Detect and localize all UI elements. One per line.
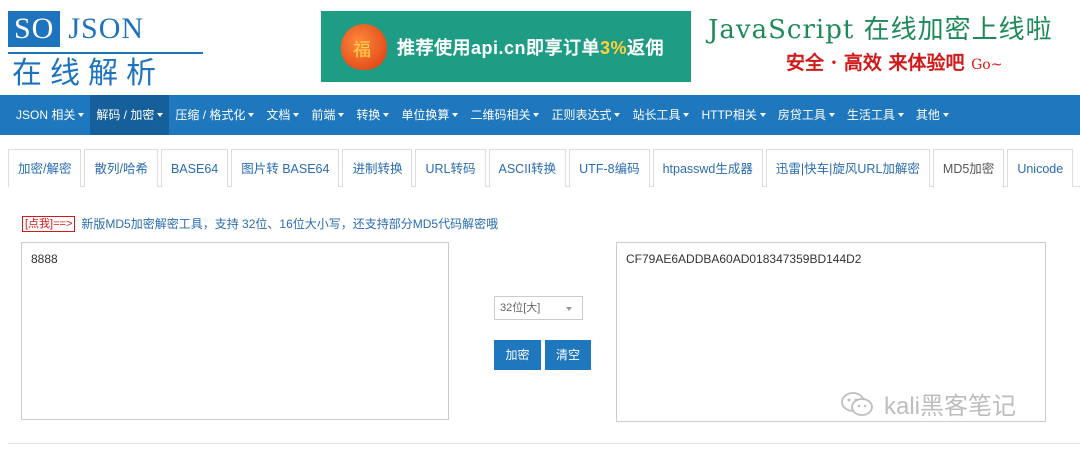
watermark-text: kali黑客笔记: [884, 393, 1017, 420]
caret-down-icon: [338, 113, 345, 117]
promo-go-text: Go~: [971, 57, 1003, 73]
logo-so-text: SO: [8, 11, 61, 47]
length-select[interactable]: 32位[大]: [494, 296, 583, 320]
chevron-down-icon: [566, 307, 572, 311]
caret-down-icon: [897, 113, 904, 117]
tab[interactable]: 图片转 BASE64: [231, 149, 340, 187]
promo-line2: 安全 · 高效 来体验吧 Go~: [708, 48, 1078, 80]
nav-item-label: HTTP相关: [701, 108, 757, 122]
caret-down-icon: [759, 113, 766, 117]
nav-item[interactable]: 解码 / 加密: [90, 95, 170, 135]
nav-item-label: 房贷工具: [777, 108, 826, 122]
caret-down-icon: [248, 113, 255, 117]
tab[interactable]: UTF-8编码: [569, 149, 650, 187]
banner-text-prefix: 推荐使用api.cn即享订单: [397, 37, 601, 58]
wechat-icon: [841, 391, 873, 416]
tab[interactable]: 进制转换: [342, 149, 413, 187]
nav-item[interactable]: JSON 相关: [10, 95, 90, 135]
caret-down-icon: [683, 113, 690, 117]
nav-item[interactable]: 文档: [260, 95, 305, 135]
caret-down-icon: [452, 113, 459, 117]
tab[interactable]: 迅雷|快车|旋风URL加解密: [765, 149, 930, 187]
nav-item-label: 单位换算: [401, 108, 450, 122]
tab[interactable]: URL转码: [415, 149, 486, 187]
caret-down-icon: [614, 113, 621, 117]
caret-down-icon: [942, 113, 949, 117]
nav-item-label: 压缩 / 格式化: [175, 108, 246, 122]
banner-text-suffix: 返佣: [627, 37, 665, 58]
info-text: 新版MD5加密解密工具，支持 32位、16位大小写，还支持部分MD5代码解密哦: [81, 217, 499, 231]
tab[interactable]: Unicode: [1007, 149, 1074, 187]
banner-text-highlight: 3%: [600, 37, 628, 58]
length-select-value: 32位[大]: [500, 302, 541, 314]
info-tag-link[interactable]: [点我]==>: [22, 215, 76, 232]
tab[interactable]: 散列/哈希: [84, 149, 158, 187]
main-nav: JSON 相关 解码 / 加密 压缩 / 格式化 文档 前端 转换 单位换算 二维码相关 正则表…: [0, 95, 1080, 135]
nav-item[interactable]: 单位换算: [395, 95, 464, 135]
logo-json-text: JSON: [68, 12, 145, 45]
site-header: SO JSON 在线解析 推荐使用api.cn即享订单3%返佣 JavaScri…: [0, 0, 1080, 95]
site-logo[interactable]: SO JSON 在线解析: [8, 10, 208, 91]
nav-item[interactable]: 二维码相关: [464, 95, 545, 135]
nav-item[interactable]: 压缩 / 格式化: [169, 95, 260, 135]
nav-item[interactable]: 正则表达式: [545, 95, 626, 135]
nav-item[interactable]: 前端: [305, 95, 350, 135]
nav-item-label: 生活工具: [846, 108, 895, 122]
caret-down-icon: [383, 113, 390, 117]
caret-down-icon: [78, 113, 85, 117]
nav-item-label: 转换: [356, 108, 381, 122]
ad-banner[interactable]: 推荐使用api.cn即享订单3%返佣: [321, 11, 691, 82]
logo-divider: [8, 52, 203, 54]
tab[interactable]: ASCII转换: [488, 149, 567, 187]
banner-text: 推荐使用api.cn即享订单3%返佣: [397, 34, 664, 60]
nav-item[interactable]: 其他: [910, 95, 955, 135]
nav-item-label: JSON 相关: [16, 108, 76, 122]
nav-item-label: 其他: [915, 108, 940, 122]
tab[interactable]: BASE64: [160, 149, 229, 187]
nav-item[interactable]: HTTP相关: [695, 95, 771, 135]
nav-item[interactable]: 生活工具: [841, 95, 910, 135]
caret-down-icon: [157, 113, 164, 117]
clear-button[interactable]: 清空: [545, 340, 591, 370]
input-textarea[interactable]: 8888: [21, 242, 449, 420]
nav-item-label: 文档: [266, 108, 291, 122]
caret-down-icon: [533, 113, 540, 117]
bottom-divider: [8, 443, 1080, 444]
promo-line1: JavaScript 在线加密上线啦: [708, 15, 1053, 45]
promo-slogan[interactable]: JavaScript 在线加密上线啦 安全 · 高效 来体验吧 Go~: [708, 12, 1078, 92]
tab[interactable]: htpasswd生成器: [652, 149, 763, 187]
logo-cn-text: 在线解析: [12, 56, 164, 91]
tab[interactable]: 加密/解密: [8, 149, 82, 187]
nav-item[interactable]: 站长工具: [626, 95, 695, 135]
nav-item-label: 前端: [311, 108, 336, 122]
nav-item[interactable]: 转换: [350, 95, 395, 135]
nav-item-label: 正则表达式: [551, 108, 612, 122]
nav-item-label: 二维码相关: [470, 108, 531, 122]
caret-down-icon: [828, 113, 835, 117]
caret-down-icon: [293, 113, 300, 117]
nav-item[interactable]: 房贷工具: [772, 95, 841, 135]
red-envelope-icon: [341, 23, 387, 70]
info-line: [点我]==> 新版MD5加密解密工具，支持 32位、16位大小写，还支持部分M…: [22, 215, 498, 232]
promo-line2-text: 安全 · 高效 来体验吧: [786, 52, 965, 74]
tab[interactable]: MD5加密: [932, 149, 1005, 188]
encrypt-button[interactable]: 加密: [494, 340, 541, 370]
watermark: kali黑客笔记: [840, 386, 1016, 421]
nav-item-label: 站长工具: [632, 108, 681, 122]
nav-item-label: 解码 / 加密: [96, 108, 155, 122]
tool-tabs: 加密/解密 散列/哈希 BASE64 图片转 BASE64 进制转换 URL转码 ASCII…: [8, 149, 1080, 188]
